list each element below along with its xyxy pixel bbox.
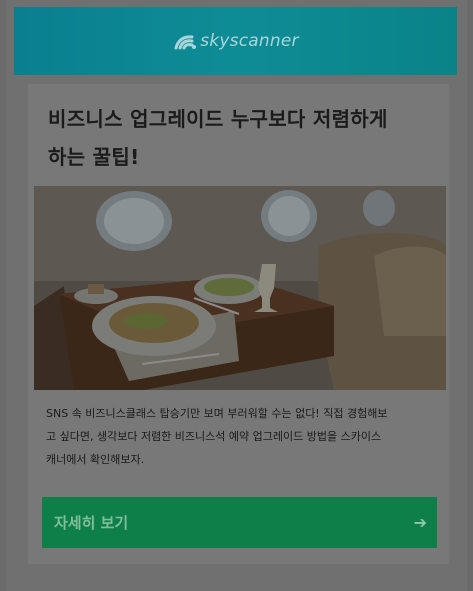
article-description: SNS 속 비즈니스클래스 탑승기만 보며 부러워할 수는 없다! 직접 경험해… <box>46 402 442 471</box>
arrow-right-icon: ➔ <box>413 513 427 532</box>
description-line-3: 캐너에서 확인해보자. <box>46 453 145 466</box>
brand-name: skyscanner <box>200 31 299 51</box>
description-line-1: SNS 속 비즈니스클래스 탑승기만 보며 부러워할 수는 없다! 직접 경험해… <box>46 407 388 420</box>
business-class-cabin-photo[interactable] <box>34 186 446 390</box>
description-line-2: 고 싶다면, 생각보다 저렴한 비즈니스석 예약 업그레이드 방법을 스카이스 <box>46 430 382 443</box>
skyscanner-sunrise-icon <box>172 32 198 50</box>
title-line-1: 비즈니스 업그레이드 누구보다 저렴하게 <box>48 107 388 131</box>
skyscanner-logo[interactable]: skyscanner <box>172 31 298 51</box>
title-line-2: 하는 꿀팁! <box>48 145 140 169</box>
read-more-label: 자세히 보기 <box>54 514 129 532</box>
article-title[interactable]: 비즈니스 업그레이드 누구보다 저렴하게 하는 꿀팁! <box>48 100 428 176</box>
read-more-button[interactable]: 자세히 보기 ➔ <box>42 497 437 548</box>
email-header: skyscanner <box>14 7 457 75</box>
